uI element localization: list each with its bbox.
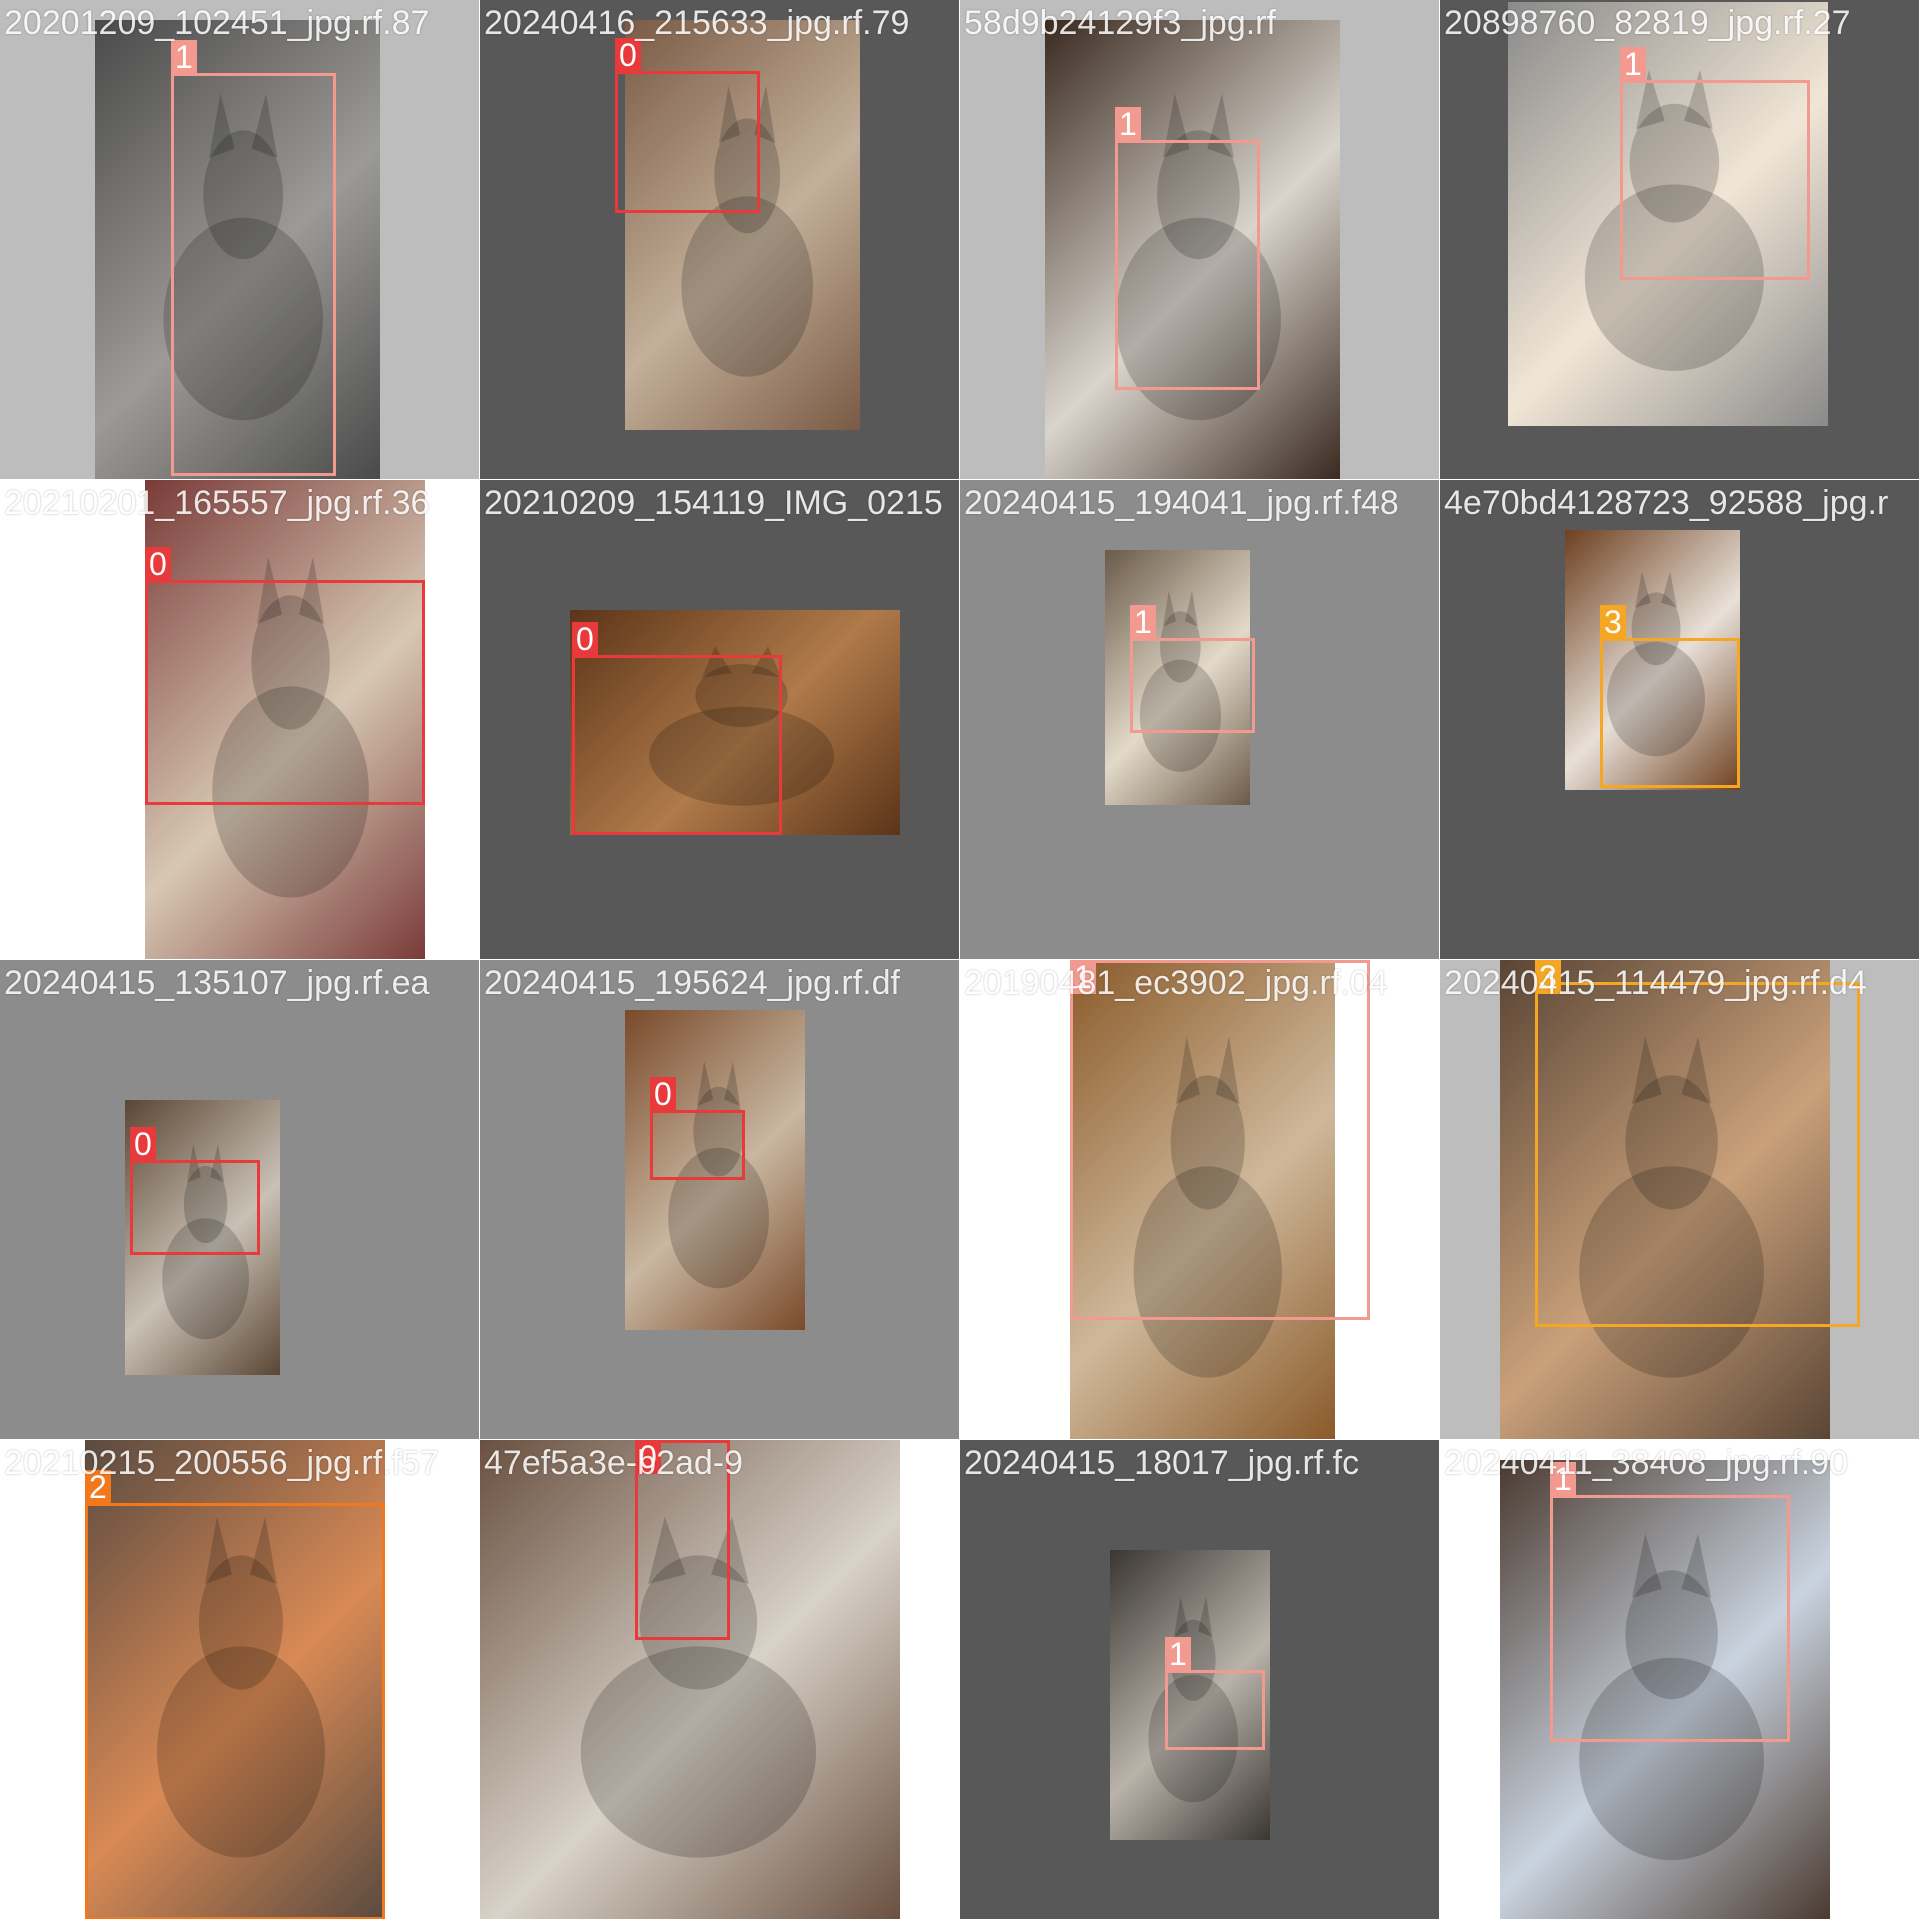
bbox [1550, 1495, 1790, 1742]
class-label: 1 [1620, 47, 1646, 81]
tile-1: 1 20201209_102451_jpg.rf.87 [0, 0, 480, 480]
bbox [1165, 1670, 1265, 1750]
class-label: 0 [572, 622, 598, 656]
bbox [145, 580, 425, 805]
tile-16: 1 20240411_38408_jpg.rf.90 [1440, 1440, 1920, 1920]
filename-label: 20210209_154119_IMG_0215 [484, 484, 943, 522]
mosaic-grid: 1 20201209_102451_jpg.rf.87 0 20240416_2… [0, 0, 1920, 1920]
tile-10: 0 20240415_195624_jpg.rf.df [480, 960, 960, 1440]
bbox [1535, 982, 1860, 1327]
class-label: 1 [1115, 107, 1141, 141]
filename-label: 20210201_165557_jpg.rf.36 [4, 484, 430, 522]
bbox [650, 1110, 745, 1180]
bbox [1070, 960, 1370, 1320]
filename-label: 4e70bd4128723_92588_jpg.r [1444, 484, 1889, 522]
class-label: 0 [650, 1077, 676, 1111]
class-label: 1 [1130, 605, 1156, 639]
filename-label: 20201209_102451_jpg.rf.87 [4, 4, 430, 42]
filename-label: 20240415_194041_jpg.rf.f48 [964, 484, 1399, 522]
tile-14: 0 47ef5a3e-b2ad-9 [480, 1440, 960, 1920]
class-label: 1 [171, 40, 197, 74]
bbox [1130, 638, 1255, 733]
bbox [130, 1160, 260, 1255]
tile-4: 1 20898760_82819_jpg.rf.27 [1440, 0, 1920, 480]
tile-5: 0 20210201_165557_jpg.rf.36 [0, 480, 480, 960]
tile-12: 3 20240415_114479_jpg.rf.d4 [1440, 960, 1920, 1440]
class-label: 3 [1600, 605, 1626, 639]
tile-7: 1 20240415_194041_jpg.rf.f48 [960, 480, 1440, 960]
filename-label: 20898760_82819_jpg.rf.27 [1444, 4, 1851, 42]
class-label: 1 [1165, 1637, 1191, 1671]
tile-8: 3 4e70bd4128723_92588_jpg.r [1440, 480, 1920, 960]
bbox [572, 655, 782, 835]
bbox [1115, 140, 1260, 390]
filename-label: 20190481_ec3902_jpg.rf.04 [964, 964, 1388, 1002]
tile-9: 0 20240415_135107_jpg.rf.ea [0, 960, 480, 1440]
tile-2: 0 20240416_215633_jpg.rf.79 [480, 0, 960, 480]
class-label: 0 [615, 38, 641, 72]
class-label: 0 [145, 547, 171, 581]
tile-15: 1 20240415_18017_jpg.rf.fc [960, 1440, 1440, 1920]
filename-label: 47ef5a3e-b2ad-9 [484, 1444, 744, 1482]
filename-label: 20240415_135107_jpg.rf.ea [4, 964, 430, 1002]
class-label: 0 [130, 1127, 156, 1161]
filename-label: 20210215_200556_jpg.rf.f57 [4, 1444, 439, 1482]
bbox [615, 71, 760, 213]
bbox [1620, 80, 1810, 280]
tile-11: 1 20190481_ec3902_jpg.rf.04 [960, 960, 1440, 1440]
filename-label: 20240415_195624_jpg.rf.df [484, 964, 900, 1002]
tile-3: 1 58d9b24129f3_jpg.rf [960, 0, 1440, 480]
tile-6: 0 20210209_154119_IMG_0215 [480, 480, 960, 960]
filename-label: 20240411_38408_jpg.rf.90 [1444, 1444, 1848, 1482]
bbox [85, 1503, 385, 1919]
filename-label: 20240415_114479_jpg.rf.d4 [1444, 964, 1867, 1002]
tile-13: 2 20210215_200556_jpg.rf.f57 [0, 1440, 480, 1920]
bbox [171, 73, 336, 476]
filename-label: 20240416_215633_jpg.rf.79 [484, 4, 910, 42]
bbox [1600, 638, 1740, 788]
filename-label: 58d9b24129f3_jpg.rf [964, 4, 1276, 42]
filename-label: 20240415_18017_jpg.rf.fc [964, 1444, 1360, 1482]
